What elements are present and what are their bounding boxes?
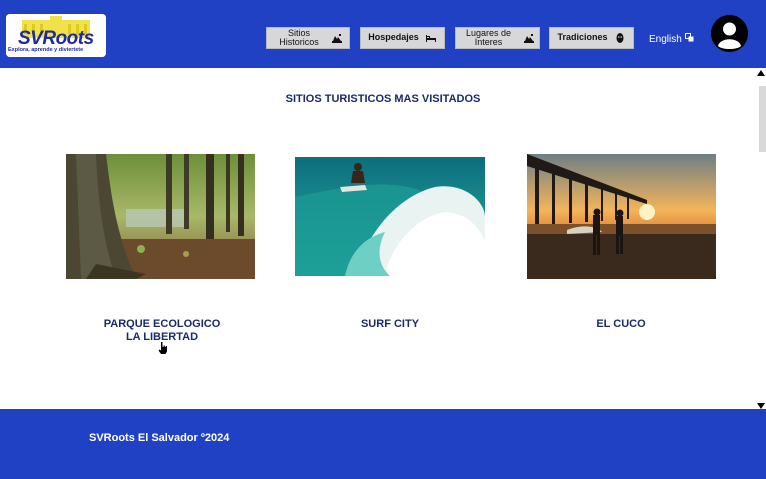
nav-sitios-historicos-button[interactable]: Sitios Historicos: [266, 27, 350, 49]
footer-bar: SVRoots El Salvador º2024: [0, 409, 766, 479]
card-label-line1: EL CUCO: [596, 318, 646, 330]
header-bar: SVRoots Explora, aprende y diviertete Si…: [0, 0, 766, 68]
nav-tradiciones-button[interactable]: Tradiciones: [549, 27, 634, 49]
card-label-line1: SURF CITY: [360, 318, 420, 330]
monument-icon: [331, 32, 343, 44]
nav-hospedajes-button[interactable]: Hospedajes: [360, 27, 445, 49]
user-avatar-icon[interactable]: [711, 15, 748, 52]
card-label-surf-city[interactable]: SURF CITY: [295, 318, 485, 331]
mask-icon: [614, 32, 626, 44]
nav-lugares-de-interes-button[interactable]: Lugares de Interes: [455, 27, 540, 49]
card-label-el-cuco[interactable]: EL CUCO: [526, 318, 716, 331]
language-switch[interactable]: English: [649, 33, 694, 45]
page: SVRoots Explora, aprende y diviertete Si…: [0, 0, 766, 479]
nav-label: Sitios Historicos: [279, 27, 319, 47]
surfer-wave-photo[interactable]: [295, 157, 485, 276]
footer-copyright: SVRoots El Salvador º2024: [89, 432, 230, 444]
nav-label: Tradiciones: [557, 32, 608, 43]
card-label-line1: PARQUE ECOLOGICO: [103, 318, 221, 330]
bed-icon: [425, 32, 437, 44]
page-title: SITIOS TURISTICOS MAS VISITADOS: [285, 93, 481, 105]
nav-label: Hospedajes: [368, 32, 419, 43]
nav-label: Lugares de Interes: [465, 27, 512, 47]
forest-tree-photo[interactable]: [66, 154, 255, 279]
scrollbar-thumb[interactable]: [759, 86, 766, 152]
hand-pointer-icon: [158, 341, 168, 359]
pier-sunset-photo[interactable]: [527, 154, 716, 279]
logo-tagline: Explora, aprende y diviertete: [8, 47, 84, 53]
scroll-up-arrow-icon[interactable]: [757, 70, 765, 76]
site-logo[interactable]: SVRoots Explora, aprende y diviertete: [6, 14, 106, 57]
monument-icon: [523, 32, 535, 44]
translate-icon: [684, 33, 694, 45]
language-label: English: [649, 33, 682, 45]
